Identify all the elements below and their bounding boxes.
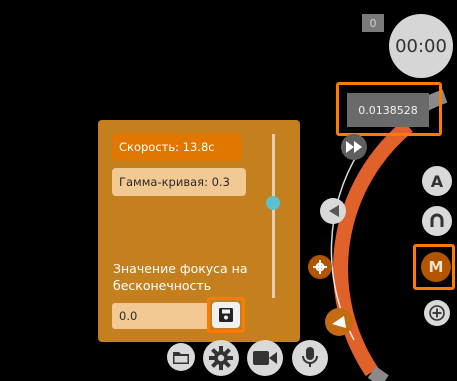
focus-panel: Скорость: 13.8с Гамма-кривая: 0.3 Значен… xyxy=(98,120,300,342)
fast-forward-icon xyxy=(346,141,362,153)
focus-slider-thumb[interactable] xyxy=(266,195,280,210)
manual-label: M xyxy=(428,258,444,276)
horn-button[interactable] xyxy=(325,308,353,336)
horn-icon xyxy=(332,316,346,328)
focus-lock-button[interactable] xyxy=(422,206,452,236)
folder-icon xyxy=(173,351,189,364)
floppy-icon xyxy=(219,308,233,322)
focus-value-input[interactable] xyxy=(112,303,210,329)
speed-option[interactable]: Скорость: 13.8с xyxy=(112,133,242,161)
frame-counter: 0 xyxy=(362,14,384,32)
save-button[interactable] xyxy=(212,302,240,328)
exposure-readout: 0.0138528 xyxy=(347,93,429,127)
zoom-in-button[interactable] xyxy=(424,300,450,326)
gear-icon xyxy=(313,260,327,274)
video-mode-button[interactable] xyxy=(247,340,283,376)
gallery-button[interactable] xyxy=(167,343,195,371)
mode-a-label: A xyxy=(430,171,444,191)
mode-a-button[interactable]: A xyxy=(422,166,452,196)
fast-forward-button[interactable] xyxy=(341,134,367,160)
rewind-icon xyxy=(329,205,339,217)
gear-icon xyxy=(209,346,233,370)
plus-icon xyxy=(429,305,445,321)
gamma-option[interactable]: Гамма-кривая: 0.3 xyxy=(112,168,246,196)
settings-small-button[interactable] xyxy=(308,255,332,279)
settings-button[interactable] xyxy=(203,340,239,376)
microphone-icon xyxy=(302,347,318,367)
rewind-button[interactable] xyxy=(320,198,346,224)
focus-value-label: Значение фокуса на бесконечность xyxy=(113,261,248,293)
audio-button[interactable] xyxy=(292,340,328,376)
video-camera-icon xyxy=(253,351,277,365)
manual-mode-button[interactable]: M xyxy=(421,252,451,282)
focus-slider-track[interactable] xyxy=(272,134,275,298)
record-timer[interactable]: 00:00 xyxy=(389,14,453,78)
horseshoe-icon xyxy=(430,213,444,227)
